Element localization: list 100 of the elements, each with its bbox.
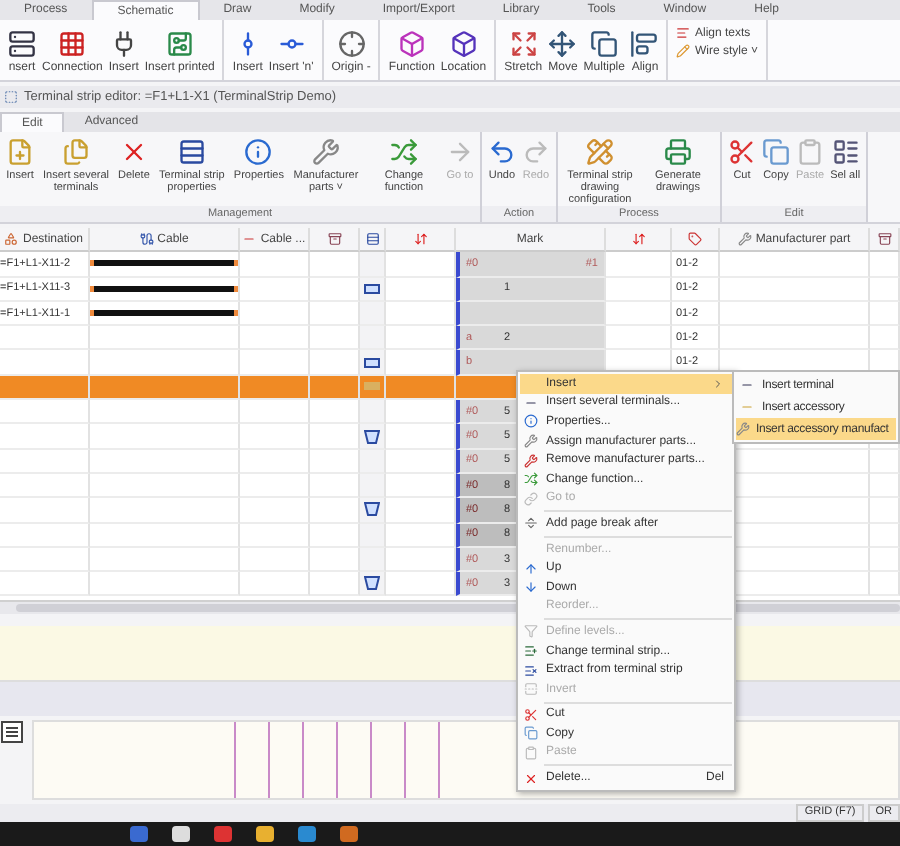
paste-icon: [796, 138, 825, 166]
cable-icon: [139, 232, 154, 247]
table-cell: [606, 301, 672, 327]
info-icon: [523, 414, 537, 429]
filter-icon: [523, 624, 537, 639]
wrench-icon: [523, 453, 537, 468]
table-cell: [310, 547, 360, 573]
select-all-icon: [831, 138, 860, 166]
table-cell: [310, 400, 360, 425]
table-cell: [870, 301, 900, 327]
column-header[interactable]: [870, 228, 900, 253]
table-cell: [310, 449, 360, 474]
arrow-up-icon: [523, 561, 537, 576]
page-break-icon: [523, 516, 537, 531]
table-cell: [310, 252, 360, 278]
terminal-symbol-icon: [364, 283, 380, 294]
table-cell: [870, 547, 900, 573]
taskbar-icon[interactable]: [214, 826, 232, 842]
table-cell: [386, 449, 456, 474]
paste-icon: [523, 745, 537, 760]
align-texts-icon: [676, 26, 691, 40]
accessory-icon: [739, 400, 753, 414]
origin-icon: [337, 30, 366, 58]
info-icon: [244, 138, 273, 166]
table-cell: [870, 473, 900, 499]
shuffle-icon: [523, 472, 537, 487]
table-cell: [240, 547, 310, 573]
column-header[interactable]: [672, 228, 720, 253]
table-cell: [870, 449, 900, 474]
table-cell: [240, 424, 310, 450]
cut-icon: [523, 707, 537, 722]
insert-icon: [6, 138, 34, 166]
taskbar-icon[interactable]: [172, 826, 190, 842]
location-icon: [449, 30, 478, 58]
table-cell: [310, 326, 360, 351]
label-icon: [688, 232, 702, 247]
table-cell: [386, 301, 456, 327]
destination-icon: [4, 232, 19, 247]
table-cell: [870, 252, 900, 278]
table-cell: [240, 498, 310, 524]
taskbar-icon[interactable]: [340, 826, 358, 842]
table-cell: [870, 326, 900, 351]
align-icon: [630, 30, 659, 58]
delete-icon: [523, 771, 537, 786]
generate-drawings-icon: [663, 138, 692, 166]
change-function-icon: [389, 138, 418, 166]
table-cell: [386, 400, 456, 425]
cut-icon: [727, 138, 756, 166]
table-cell: [240, 326, 310, 351]
list-plus-icon: [523, 644, 537, 659]
table-cell: [240, 449, 310, 474]
wrench-icon: [311, 138, 340, 166]
sort-icon: [413, 232, 427, 247]
table-cell: [240, 350, 310, 376]
table-cell: [606, 277, 672, 302]
column-header[interactable]: [606, 228, 672, 253]
table-cell: [386, 547, 456, 573]
insert-several-icon: [62, 138, 90, 166]
column-header[interactable]: [386, 228, 456, 253]
column-header[interactable]: [310, 228, 360, 253]
table-cell: [870, 523, 900, 548]
table-cell: [310, 523, 360, 548]
table-cell: [240, 400, 310, 425]
circuit-board-icon: [165, 30, 194, 58]
sort-icon: [631, 232, 645, 247]
drawing-configuration-icon: [585, 138, 614, 166]
editor-window-icon: [4, 90, 18, 104]
part-icon: [877, 232, 891, 247]
taskbar-icon[interactable]: [298, 826, 316, 842]
copy-icon: [523, 726, 537, 741]
strip-icon: [365, 232, 379, 247]
undo-icon: [487, 138, 516, 166]
accessory-symbol-icon: [364, 382, 380, 391]
link-icon: [523, 491, 537, 506]
multiple-icon: [590, 30, 619, 58]
part-icon: [327, 232, 341, 247]
table-cell: [240, 523, 310, 548]
arrow-right-icon: [445, 138, 474, 166]
table-cell: [310, 301, 360, 327]
connection-grid-icon: [58, 30, 87, 58]
table-cell: [310, 473, 360, 499]
terminal-symbol-icon: [364, 357, 380, 368]
table-cell: [386, 473, 456, 499]
table-cell: [386, 523, 456, 548]
column-header[interactable]: [360, 228, 386, 253]
taskbar-icon[interactable]: [130, 826, 148, 842]
wrench-icon: [736, 422, 750, 436]
wrench-icon: [737, 232, 752, 247]
table-cell: [870, 498, 900, 524]
arrow-down-icon: [523, 580, 537, 595]
taskbar-icon[interactable]: [256, 826, 274, 842]
table-cell: [240, 375, 310, 401]
terminal-icon: [739, 378, 753, 392]
list-remove-icon: [523, 663, 537, 678]
strip-properties-icon: [177, 138, 206, 166]
redo-icon: [521, 138, 550, 166]
level-symbol-icon: [364, 429, 380, 444]
function-icon: [397, 30, 426, 58]
stretch-icon: [509, 30, 538, 58]
table-cell: [386, 252, 456, 278]
